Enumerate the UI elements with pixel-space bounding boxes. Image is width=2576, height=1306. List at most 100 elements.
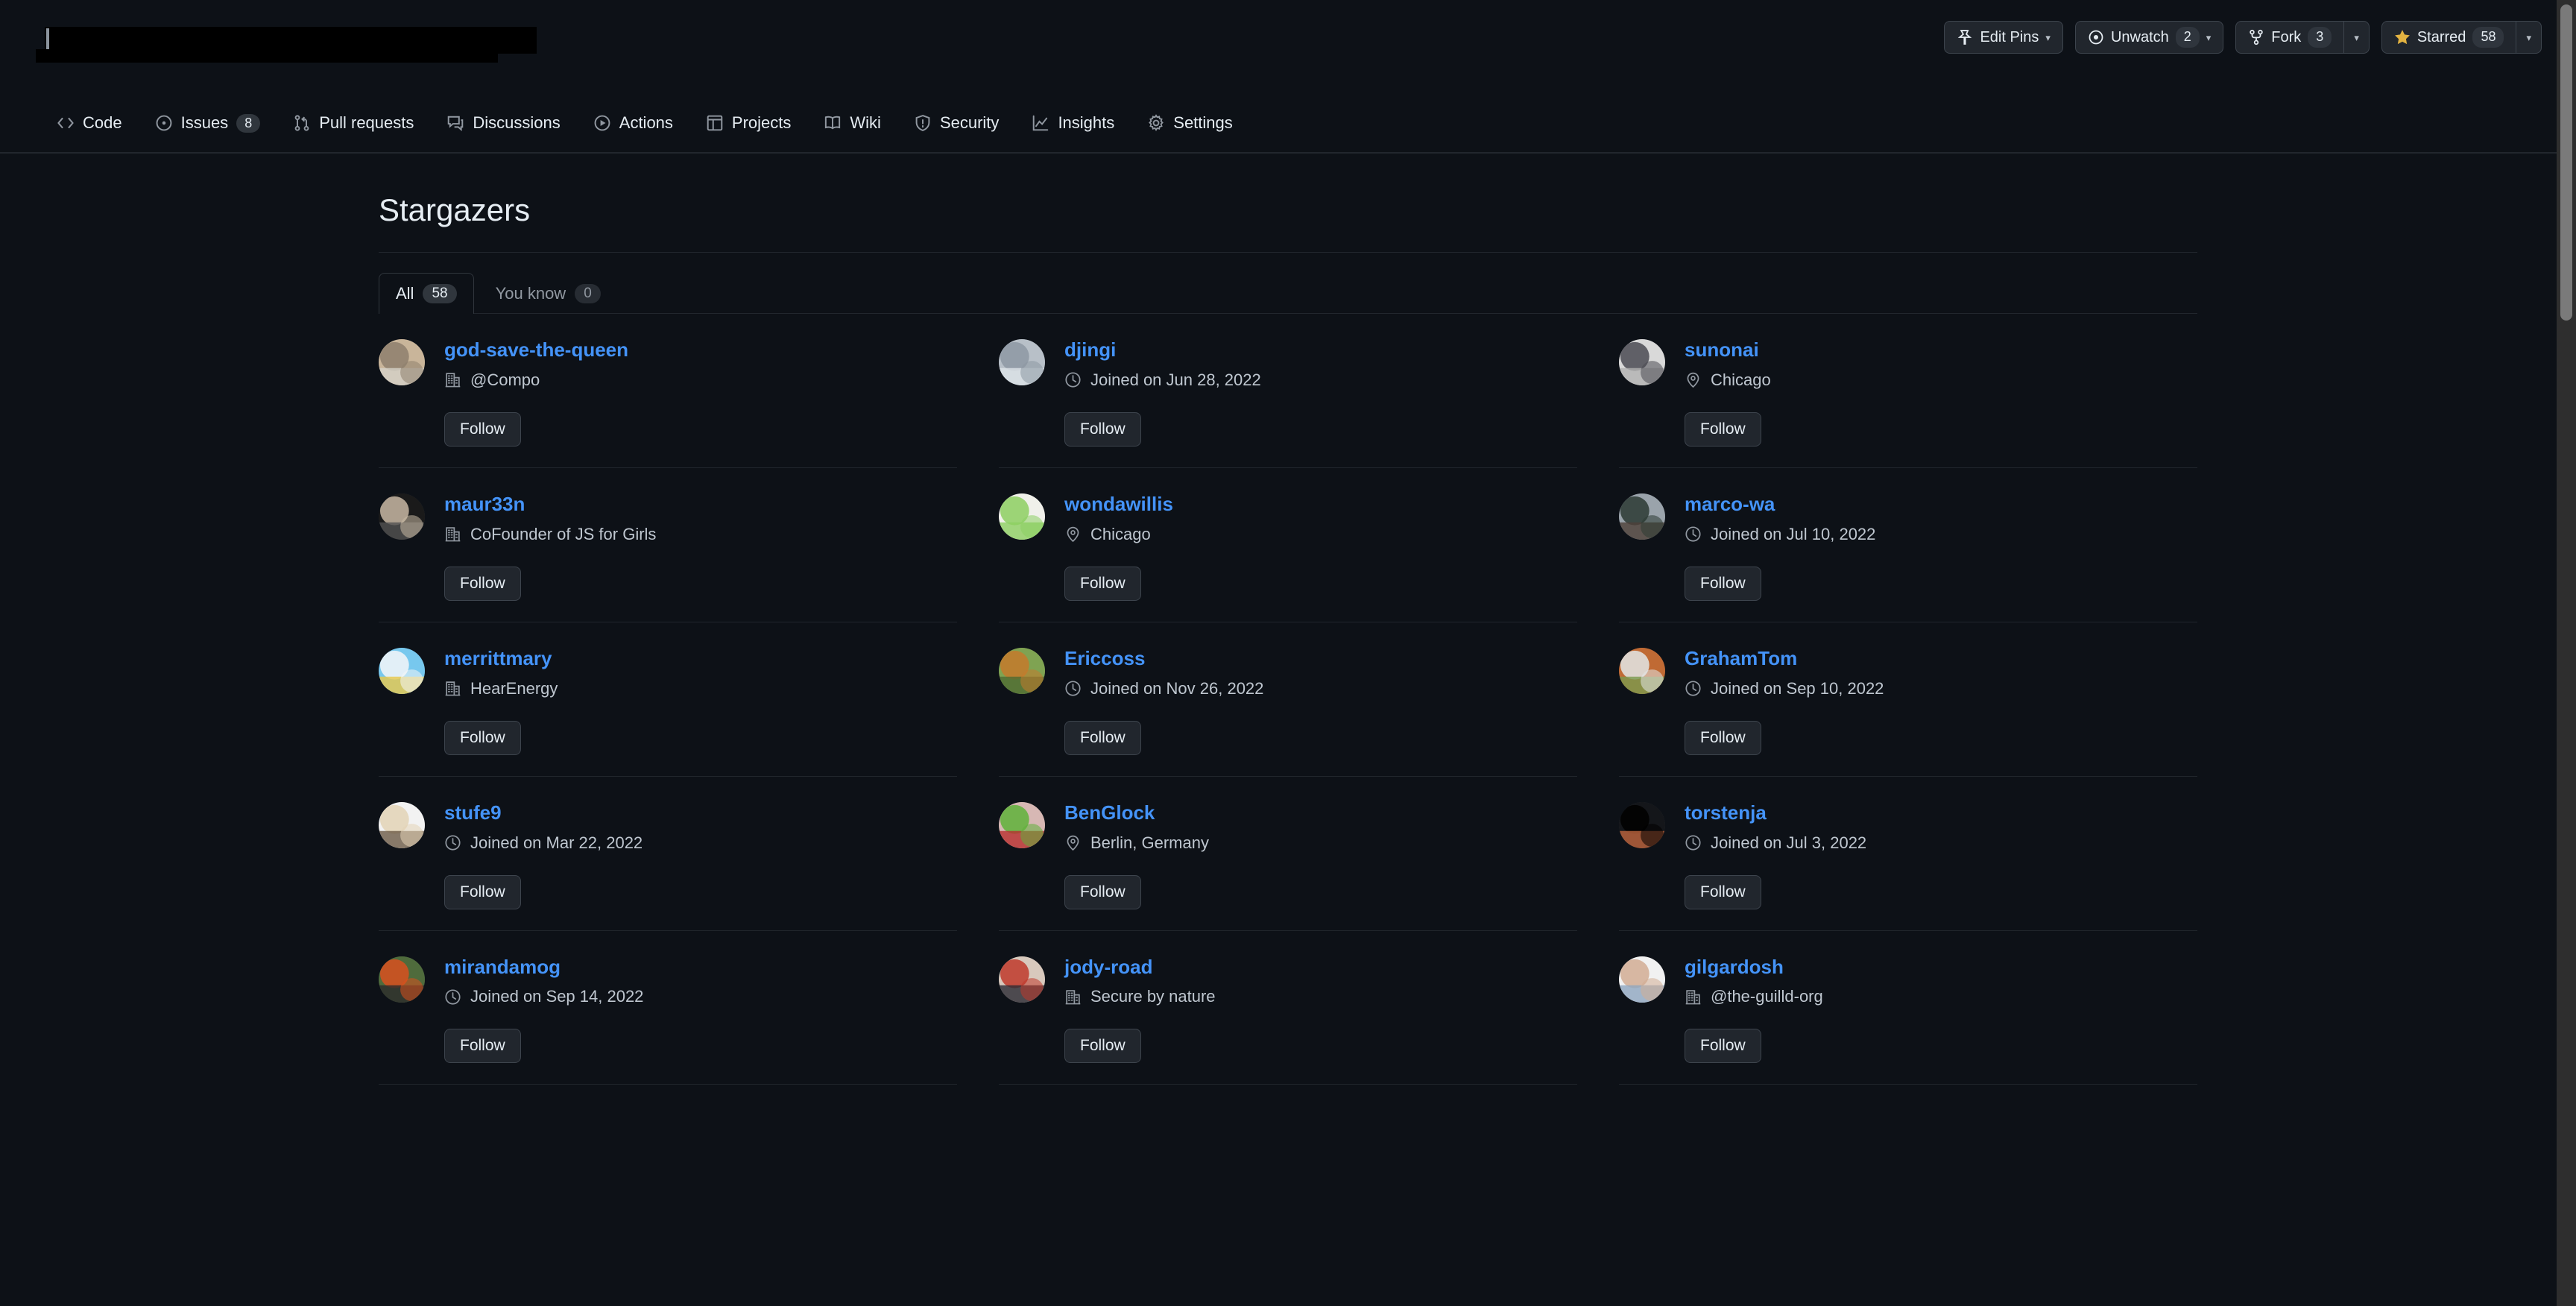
avatar[interactable]	[999, 493, 1045, 540]
follow-button[interactable]: Follow	[1685, 720, 1761, 755]
follow-button[interactable]: Follow	[1064, 566, 1141, 601]
follow-button[interactable]: Follow	[1685, 1029, 1761, 1064]
starred-button-group[interactable]: Starred 58 ▾	[2381, 21, 2542, 54]
nav-item-actions[interactable]: Actions	[580, 106, 686, 140]
follow-button[interactable]: Follow	[1685, 566, 1761, 601]
edit-pins-button-group[interactable]: Edit Pins ▾	[1944, 21, 2063, 54]
fork-icon	[2248, 29, 2264, 45]
stargazer-body: Ericcoss Joined on Nov 26, 2022 Follow	[1064, 647, 1263, 755]
chevron-down-icon: ▾	[2526, 31, 2531, 43]
follow-button[interactable]: Follow	[444, 1029, 521, 1064]
organization-icon	[1064, 988, 1082, 1006]
star-icon	[2394, 29, 2411, 45]
avatar[interactable]	[999, 956, 1045, 1003]
main-content: Stargazers All 58 You know 0 god-save-th…	[0, 154, 2576, 1085]
follow-button[interactable]: Follow	[1064, 1029, 1141, 1064]
avatar[interactable]	[999, 339, 1045, 385]
avatar[interactable]	[999, 801, 1045, 848]
stargazer-meta-text: Secure by nature	[1090, 987, 1216, 1006]
stargazer-cell: torstenja Joined on Jul 3, 2022 Follow	[1619, 777, 2197, 931]
fork-count: 3	[2308, 27, 2332, 48]
stargazer-meta: Joined on Sep 14, 2022	[444, 987, 643, 1006]
nav-item-code[interactable]: Code	[43, 106, 136, 140]
stargazer-cell: wondawillis Chicago Follow	[999, 468, 1577, 622]
avatar[interactable]	[1619, 956, 1665, 1003]
starred-button[interactable]: Starred 58	[2381, 21, 2516, 54]
tab-all[interactable]: All 58	[379, 273, 474, 314]
avatar[interactable]	[1619, 339, 1665, 385]
stargazer-cell: sunonai Chicago Follow	[1619, 314, 2197, 468]
code-icon	[57, 114, 75, 132]
follow-button[interactable]: Follow	[444, 411, 521, 447]
stargazer-body: god-save-the-queen @Compo Follow	[444, 338, 628, 447]
page-scrollbar[interactable]	[2557, 0, 2576, 1306]
follow-button[interactable]: Follow	[444, 720, 521, 755]
stargazer-username-link[interactable]: djingi	[1064, 338, 1261, 362]
clock-icon	[444, 834, 461, 851]
stargazer-username-link[interactable]: sunonai	[1685, 338, 1771, 362]
stargazer-username-link[interactable]: merrittmary	[444, 647, 558, 670]
avatar[interactable]	[379, 339, 425, 385]
nav-item-pull-requests[interactable]: Pull requests	[280, 106, 427, 140]
stargazer-username-link[interactable]: gilgardosh	[1685, 956, 1823, 979]
stargazer-username-link[interactable]: maur33n	[444, 493, 656, 516]
follow-button[interactable]: Follow	[1064, 874, 1141, 909]
stargazer-username-link[interactable]: wondawillis	[1064, 493, 1173, 516]
avatar[interactable]	[379, 956, 425, 1003]
nav-item-insights[interactable]: Insights	[1018, 106, 1128, 140]
follow-button[interactable]: Follow	[1064, 720, 1141, 755]
stargazer-username-link[interactable]: jody-road	[1064, 956, 1216, 979]
fork-button[interactable]: Fork 3	[2235, 21, 2344, 54]
avatar[interactable]	[1619, 493, 1665, 540]
tab-you-know-label: You know	[495, 284, 566, 303]
nav-item-projects[interactable]: Projects	[692, 106, 804, 140]
tab-you-know[interactable]: You know 0	[479, 273, 618, 314]
avatar[interactable]	[379, 801, 425, 848]
stargazer-body: marco-wa Joined on Jul 10, 2022 Follow	[1685, 493, 1875, 601]
follow-button[interactable]: Follow	[1064, 411, 1141, 447]
avatar[interactable]	[379, 647, 425, 694]
unwatch-button[interactable]: Unwatch 2 ▾	[2074, 21, 2224, 54]
stargazer-username-link[interactable]: marco-wa	[1685, 493, 1875, 516]
stargazer-username-link[interactable]: GrahamTom	[1685, 647, 1884, 670]
starred-dropdown-button[interactable]: ▾	[2516, 21, 2542, 54]
follow-button[interactable]: Follow	[1685, 411, 1761, 447]
shield-icon	[914, 114, 932, 132]
follow-button[interactable]: Follow	[444, 874, 521, 909]
stargazer-username-link[interactable]: BenGlock	[1064, 801, 1209, 824]
stargazer-body: djingi Joined on Jun 28, 2022 Follow	[1064, 338, 1261, 447]
stargazer-meta: Joined on Sep 10, 2022	[1685, 679, 1884, 698]
stargazer-body: stufe9 Joined on Mar 22, 2022 Follow	[444, 801, 643, 909]
nav-label-discussions: Discussions	[473, 113, 561, 132]
avatar[interactable]	[999, 647, 1045, 694]
stargazer-card: marco-wa Joined on Jul 10, 2022 Follow	[1619, 468, 2197, 622]
stargazer-card: torstenja Joined on Jul 3, 2022 Follow	[1619, 777, 2197, 930]
nav-item-discussions[interactable]: Discussions	[433, 106, 573, 140]
stargazer-username-link[interactable]: god-save-the-queen	[444, 338, 628, 362]
stargazer-body: merrittmary HearEnergy Follow	[444, 647, 558, 755]
avatar[interactable]	[1619, 647, 1665, 694]
stargazer-username-link[interactable]: mirandamog	[444, 956, 643, 979]
follow-button[interactable]: Follow	[444, 566, 521, 601]
stargazer-username-link[interactable]: stufe9	[444, 801, 643, 824]
fork-dropdown-button[interactable]: ▾	[2343, 21, 2370, 54]
scrollbar-thumb[interactable]	[2560, 4, 2572, 321]
nav-item-settings[interactable]: Settings	[1134, 106, 1246, 140]
stargazer-meta-text: Joined on Jun 28, 2022	[1090, 370, 1261, 389]
nav-label-projects: Projects	[731, 113, 792, 132]
stargazer-username-link[interactable]: Ericcoss	[1064, 647, 1263, 670]
nav-item-wiki[interactable]: Wiki	[810, 106, 894, 140]
nav-item-issues[interactable]: Issues 8	[142, 106, 274, 140]
stargazer-meta-text: CoFounder of JS for Girls	[470, 524, 657, 543]
nav-item-security[interactable]: Security	[900, 106, 1012, 140]
unwatch-button-group[interactable]: Unwatch 2 ▾	[2074, 21, 2224, 54]
starred-count: 58	[2472, 27, 2504, 48]
chevron-down-icon: ▾	[2206, 31, 2212, 43]
edit-pins-button[interactable]: Edit Pins ▾	[1944, 21, 2063, 54]
avatar[interactable]	[1619, 801, 1665, 848]
stargazer-username-link[interactable]: torstenja	[1685, 801, 1866, 824]
avatar[interactable]	[379, 493, 425, 540]
stargazer-meta: HearEnergy	[444, 679, 558, 698]
fork-button-group[interactable]: Fork 3 ▾	[2235, 21, 2370, 54]
follow-button[interactable]: Follow	[1685, 874, 1761, 909]
